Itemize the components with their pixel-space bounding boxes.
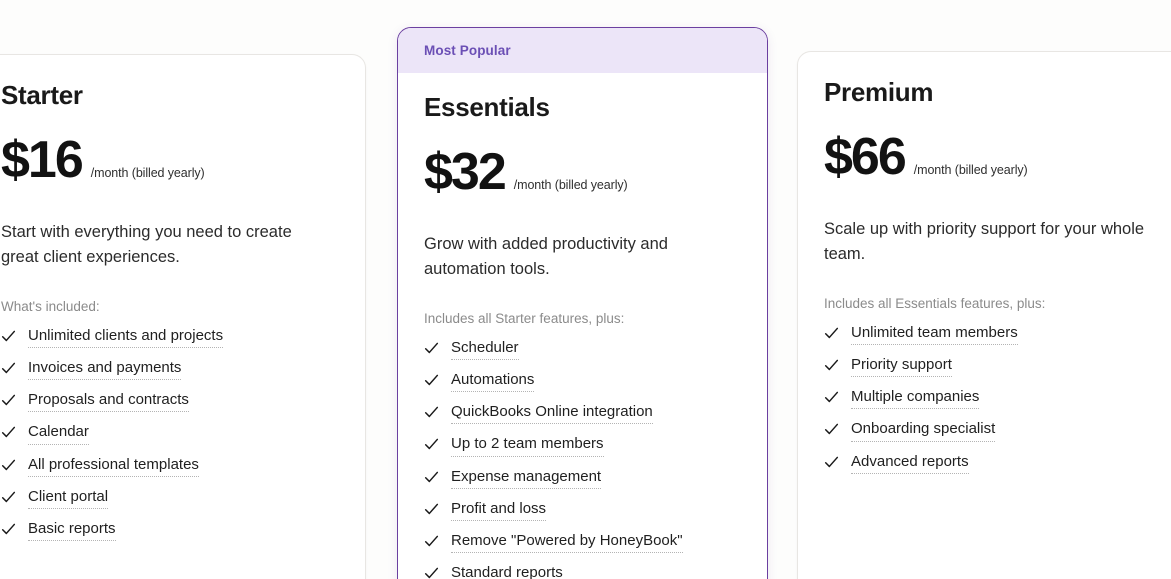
feature-label[interactable]: Proposals and contracts [28, 390, 189, 413]
feature-item: Scheduler [424, 338, 741, 360]
plan-feature-list: Unlimited clients and projects Invoices a… [1, 326, 339, 542]
plan-card-body: Essentials $32 /month (billed yearly) Gr… [398, 73, 767, 579]
feature-item: Automations [424, 370, 741, 393]
plan-feature-list: Scheduler Automations QuickBooks Online in… [424, 338, 741, 579]
feature-label[interactable]: Expense management [451, 467, 602, 489]
plan-description: Start with everything you need to create… [1, 222, 292, 267]
most-popular-badge-label: Most Popular [424, 43, 511, 58]
check-icon [824, 390, 839, 406]
check-icon [1, 393, 16, 409]
check-icon [424, 470, 439, 486]
feature-label[interactable]: Client portal [28, 487, 109, 510]
plan-price-amount: $16 [1, 130, 84, 189]
check-icon [1, 329, 16, 345]
check-icon [1, 458, 16, 474]
plan-price-row: $66 /month (billed yearly) [824, 131, 1168, 183]
pricing-plans-container: Starter $16 /month (billed yearly) Start… [0, 0, 1171, 579]
feature-item: Priority support [824, 355, 1168, 378]
feature-item: Unlimited clients and projects [1, 326, 339, 348]
feature-item: Advanced reports [824, 452, 1168, 474]
check-icon [424, 341, 439, 357]
feature-item: QuickBooks Online integration [424, 402, 741, 425]
plan-includes-label: Includes all Starter features, plus: [424, 310, 625, 326]
feature-label[interactable]: Standard reports [451, 563, 563, 579]
plan-card-starter[interactable]: Starter $16 /month (billed yearly) Start… [0, 54, 366, 579]
check-icon [824, 455, 839, 471]
feature-label[interactable]: Calendar [28, 422, 89, 445]
feature-label[interactable]: All professional templates [28, 455, 199, 477]
plan-card-body: Premium $66 /month (billed yearly) Scale… [798, 52, 1171, 474]
plan-price-amount: $32 [424, 142, 507, 201]
plan-card-body: Starter $16 /month (billed yearly) Start… [0, 55, 365, 542]
check-icon [824, 422, 839, 438]
feature-label[interactable]: Profit and loss [451, 499, 547, 522]
plan-price-period: /month (billed yearly) [513, 177, 628, 192]
feature-label[interactable]: Priority support [851, 355, 952, 378]
plan-includes-label: What's included: [1, 298, 100, 314]
plan-price-row: $32 /month (billed yearly) [424, 146, 741, 198]
feature-label[interactable]: Scheduler [451, 338, 519, 360]
plan-description: Grow with added productivity and automat… [424, 234, 668, 279]
plan-name: Essentials [424, 92, 550, 122]
feature-item: Remove "Powered by HoneyBook" [424, 531, 741, 554]
check-icon [424, 502, 439, 518]
feature-label[interactable]: QuickBooks Online integration [451, 402, 653, 425]
plan-card-essentials[interactable]: Most Popular Essentials $32 /month (bill… [397, 27, 768, 579]
plan-includes-label: Includes all Essentials features, plus: [824, 295, 1046, 311]
plan-feature-list: Unlimited team members Priority support Mu… [824, 323, 1168, 474]
check-icon [824, 326, 839, 342]
feature-label[interactable]: Up to 2 team members [451, 434, 604, 457]
plan-price-amount: $66 [824, 127, 907, 186]
most-popular-badge: Most Popular [398, 28, 767, 73]
check-icon [1, 361, 16, 377]
plan-price-period: /month (billed yearly) [90, 165, 205, 180]
feature-label[interactable]: Automations [451, 370, 535, 393]
feature-label[interactable]: Basic reports [28, 519, 116, 542]
check-icon [424, 534, 439, 550]
check-icon [824, 358, 839, 374]
check-icon [424, 405, 439, 421]
feature-label[interactable]: Onboarding specialist [851, 419, 996, 442]
check-icon [1, 425, 16, 441]
check-icon [1, 522, 16, 538]
check-icon [424, 566, 439, 579]
feature-item: Profit and loss [424, 499, 741, 522]
feature-item: Multiple companies [824, 387, 1168, 410]
feature-item: All professional templates [1, 455, 339, 477]
feature-item: Onboarding specialist [824, 419, 1168, 442]
feature-label[interactable]: Unlimited clients and projects [28, 326, 224, 348]
feature-item: Proposals and contracts [1, 390, 339, 413]
feature-item: Up to 2 team members [424, 434, 741, 457]
plan-description: Scale up with priority support for your … [824, 219, 1145, 264]
feature-label[interactable]: Advanced reports [851, 452, 969, 474]
feature-label[interactable]: Invoices and payments [28, 358, 182, 381]
plan-price-row: $16 /month (billed yearly) [1, 134, 339, 186]
feature-item: Unlimited team members [824, 323, 1168, 345]
plan-name: Starter [1, 80, 83, 110]
check-icon [424, 437, 439, 453]
feature-item: Invoices and payments [1, 358, 339, 381]
feature-item: Basic reports [1, 519, 339, 542]
feature-item: Client portal [1, 487, 339, 510]
feature-item: Standard reports [424, 563, 741, 579]
plan-card-premium[interactable]: Premium $66 /month (billed yearly) Scale… [797, 51, 1171, 579]
feature-item: Calendar [1, 422, 339, 445]
check-icon [1, 490, 16, 506]
feature-label[interactable]: Remove "Powered by HoneyBook" [451, 531, 683, 554]
feature-item: Expense management [424, 467, 741, 489]
plan-price-period: /month (billed yearly) [913, 162, 1028, 177]
feature-label[interactable]: Unlimited team members [851, 323, 1018, 345]
feature-label[interactable]: Multiple companies [851, 387, 980, 410]
check-icon [424, 373, 439, 389]
plan-name: Premium [824, 77, 934, 107]
